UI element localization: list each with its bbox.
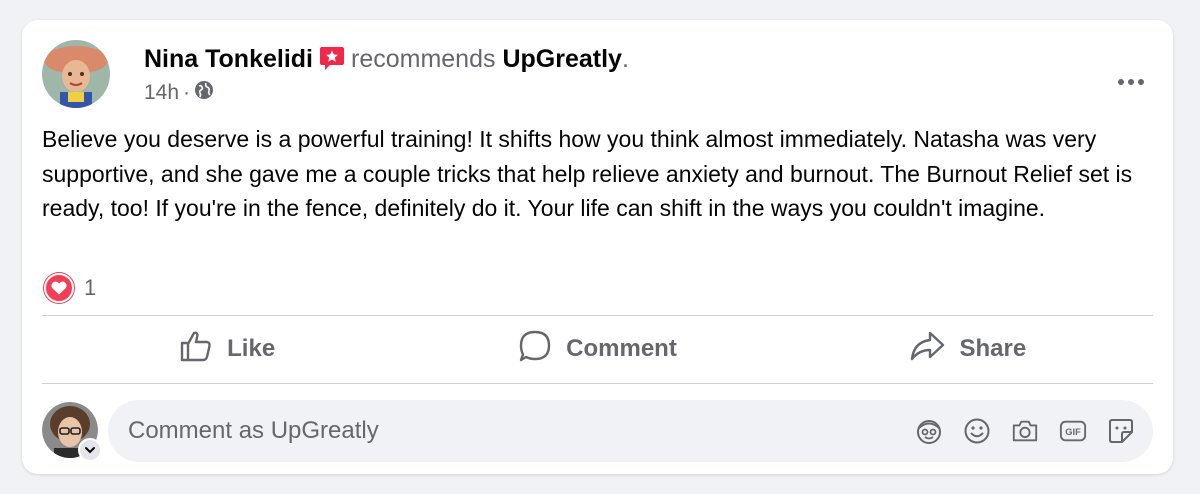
avatar-sticker-icon[interactable] [915, 417, 943, 445]
post-title-line: Nina Tonkelidi recommends UpGreatly. [144, 44, 629, 74]
share-button[interactable]: Share [783, 316, 1153, 382]
post-text: Believe you deserve is a powerful traini… [42, 126, 1133, 221]
author-name[interactable]: Nina Tonkelidi [144, 45, 313, 73]
action-bar: Like Comment Share [42, 316, 1153, 382]
like-label: Like [227, 335, 276, 362]
post-meta: Nina Tonkelidi recommends UpGreatly. 14h … [144, 44, 629, 106]
post-header: Nina Tonkelidi recommends UpGreatly. 14h … [42, 40, 1153, 110]
sticker-icon[interactable] [1107, 417, 1135, 445]
reaction-count: 1 [84, 275, 97, 300]
current-user-avatar[interactable] [42, 402, 102, 462]
comment-button[interactable]: Comment [412, 316, 782, 382]
post-time[interactable]: 14h [144, 81, 179, 105]
like-button[interactable]: Like [42, 316, 412, 382]
comment-label: Comment [566, 335, 677, 362]
title-period: . [621, 45, 629, 73]
chevron-down-icon[interactable] [78, 438, 102, 462]
post-subline: 14h · [144, 80, 629, 106]
comment-composer: GIF [42, 400, 1153, 462]
globe-icon[interactable] [194, 80, 214, 106]
comment-box: GIF [108, 400, 1153, 462]
emoji-icon[interactable] [963, 417, 991, 445]
post-card: Nina Tonkelidi recommends UpGreatly. 14h … [22, 20, 1173, 474]
comment-icon [518, 329, 552, 370]
share-label: Share [959, 335, 1027, 362]
gif-icon[interactable]: GIF [1059, 417, 1087, 445]
comment-input[interactable] [128, 400, 828, 462]
more-options-icon[interactable] [1111, 70, 1151, 94]
divider-bottom [42, 383, 1153, 384]
gif-text: GIF [1065, 427, 1081, 437]
camera-icon[interactable] [1011, 417, 1039, 445]
page-name[interactable]: UpGreatly [502, 45, 621, 73]
reactions-summary[interactable]: 1 [44, 273, 96, 303]
meta-separator: · [183, 81, 191, 104]
author-avatar[interactable] [42, 40, 110, 108]
share-icon [909, 329, 945, 370]
like-icon [179, 329, 213, 370]
love-reaction-icon [44, 273, 74, 303]
recommends-text: recommends [351, 45, 496, 73]
composer-tools: GIF [915, 414, 1135, 448]
recommend-icon [319, 45, 345, 71]
